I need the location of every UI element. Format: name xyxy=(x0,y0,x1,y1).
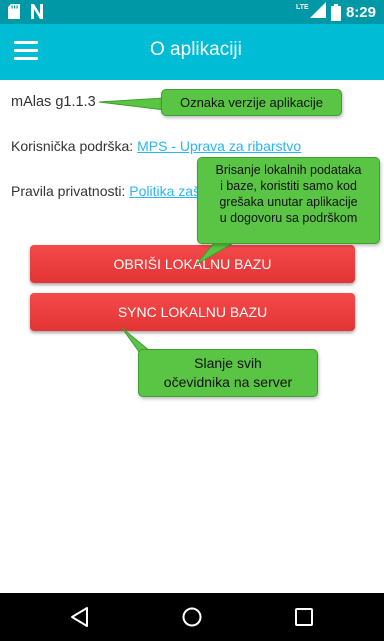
delete-callout-line: grešaka unutar aplikacije xyxy=(219,195,358,209)
sync-callout-line: Slanje svih xyxy=(194,355,262,371)
support-label: Korisnička podrška: xyxy=(11,138,134,154)
about-screen: LTE 8:29 O aplikaciji mAlas g1.1.3 Koris… xyxy=(0,0,384,641)
status-bar: LTE 8:29 xyxy=(0,0,384,24)
navigation-bar xyxy=(0,593,384,641)
app-version: mAlas g1.1.3 xyxy=(11,94,96,110)
support-row: Korisnička podrška: MPS - Uprava za riba… xyxy=(11,138,301,154)
signal-icon xyxy=(309,2,326,18)
recents-square-icon[interactable] xyxy=(292,605,316,629)
network-type: LTE xyxy=(295,4,309,11)
back-triangle-icon[interactable] xyxy=(68,605,92,629)
delete-callout: Brisanje lokalnih podataka i baze, koris… xyxy=(197,157,380,244)
delete-callout-line: i baze, koristiti samo kod xyxy=(220,179,357,193)
privacy-label: Pravila privatnosti: xyxy=(11,183,126,199)
clock: 8:29 xyxy=(345,4,376,21)
version-callout-text: Oznaka verzije aplikacije xyxy=(179,95,324,110)
sync-callout-line: očevidnika na server xyxy=(163,374,293,390)
delete-callout-line: Brisanje lokalnih podataka xyxy=(215,163,362,177)
n-notification-icon xyxy=(31,4,43,19)
privacy-link[interactable]: Politika zaš xyxy=(129,183,200,199)
sync-local-db-button[interactable]: SYNC LOKALNU BAZU xyxy=(30,293,355,331)
delete-local-db-button[interactable]: OBRIŠI LOKALNU BAZU xyxy=(30,245,355,283)
support-link[interactable]: MPS - Uprava za ribarstvo xyxy=(137,138,301,154)
delete-callout-line: u dogovoru sa podrškom xyxy=(219,211,358,225)
app-bar: O aplikaciji xyxy=(0,24,384,80)
hamburger-menu-icon[interactable] xyxy=(14,41,38,61)
privacy-row: Pravila privatnosti: Politika zaš xyxy=(11,183,200,199)
battery-icon xyxy=(330,4,341,21)
version-callout: Oznaka verzije aplikacije xyxy=(161,89,342,116)
page-title: O aplikaciji xyxy=(150,39,242,60)
sync-callout: Slanje svih očevidnika na server xyxy=(138,349,318,397)
sd-card-icon xyxy=(8,4,20,19)
home-circle-icon[interactable] xyxy=(180,605,204,629)
